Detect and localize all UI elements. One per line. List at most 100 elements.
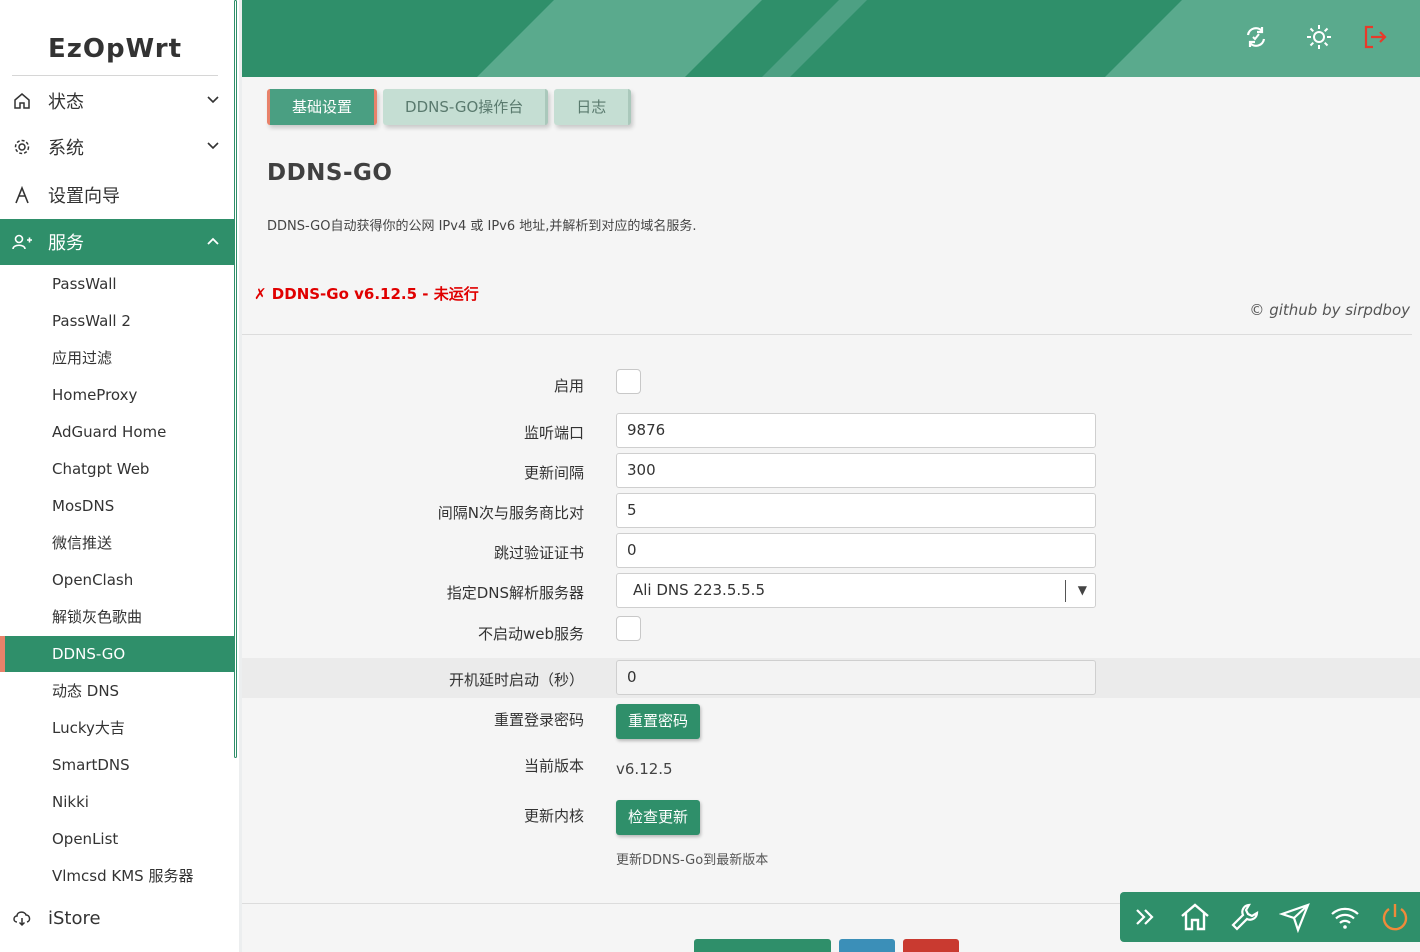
sidebar-subitem[interactable]: 动态 DNS <box>0 673 234 709</box>
wifi-icon <box>1331 907 1359 929</box>
sidebar-subitem[interactable]: SmartDNS <box>0 747 234 783</box>
reset-button[interactable] <box>903 939 959 952</box>
tools-shortcut-button[interactable] <box>1220 892 1270 942</box>
chevron-up-icon <box>207 237 219 245</box>
page-description: DDNS-GO自动获得你的公网 IPv4 或 IPv6 地址,并解析到对应的域名… <box>267 219 697 234</box>
send-icon <box>1279 903 1310 933</box>
sidebar-item-services[interactable]: 服务 <box>0 219 234 265</box>
wrench-icon <box>1231 903 1259 931</box>
power-button[interactable] <box>1370 892 1420 942</box>
sidebar-subitem[interactable]: HomeProxy <box>0 377 234 413</box>
sidebar-subitem-active[interactable]: DDNS-GO <box>0 636 234 672</box>
refresh-icon <box>1246 27 1266 47</box>
dns-select[interactable]: Ali DNS 223.5.5.5 ▼ <box>616 573 1096 608</box>
form-row-version: 当前版本 v6.12.5 <box>242 753 1420 783</box>
reset-password-label: 重置登录密码 <box>493 711 584 729</box>
compare-input[interactable]: 5 <box>616 493 1096 528</box>
sidebar-subitem[interactable]: OpenList <box>0 821 234 857</box>
page-title: DDNS-GO <box>267 160 393 186</box>
section-divider <box>242 334 1412 335</box>
update-label: 更新内核 <box>523 807 584 825</box>
sun-icon <box>1307 25 1331 49</box>
sidebar-item-wizard[interactable]: 设置向导 <box>0 172 234 218</box>
delay-input[interactable]: 0 <box>616 660 1096 695</box>
wizard-icon <box>12 185 32 205</box>
sidebar-item-label: iStore <box>48 907 101 929</box>
sidebar-subitem[interactable]: PassWall 2 <box>0 303 234 339</box>
form-row-enable: 启用 <box>242 367 1420 403</box>
skip-cert-label: 跳过验证证书 <box>493 544 584 562</box>
power-icon <box>1382 904 1408 931</box>
interval-label: 更新间隔 <box>523 464 584 482</box>
home-icon <box>12 91 32 111</box>
form-row-skip-cert: 跳过验证证书 0 <box>242 533 1420 569</box>
tab-log[interactable]: 日志 <box>554 89 632 125</box>
sidebar-subitem[interactable]: Chatgpt Web <box>0 451 234 487</box>
port-input[interactable]: 9876 <box>616 413 1096 448</box>
refresh-button[interactable] <box>1241 22 1271 52</box>
tab-ddns-console[interactable]: DDNS-GO操作台 <box>383 89 549 125</box>
chevron-down-icon <box>207 142 219 150</box>
main-content: 基础设置 DDNS-GO操作台 日志 DDNS-GO DDNS-GO自动获得你的… <box>242 77 1420 952</box>
wifi-shortcut-button[interactable] <box>1320 892 1370 942</box>
interval-input[interactable]: 300 <box>616 453 1096 488</box>
sidebar-subitem[interactable]: PassWall <box>0 266 234 302</box>
compare-label: 间隔N次与服务商比对 <box>437 504 584 522</box>
sidebar-item-label: 状态 <box>48 92 84 113</box>
no-web-label: 不启动web服务 <box>477 625 584 643</box>
sidebar-subitem[interactable]: AdGuard Home <box>0 414 234 450</box>
theme-toggle-button[interactable] <box>1304 22 1334 52</box>
sidebar-item-system[interactable]: 系统 <box>0 124 234 170</box>
sidebar-subitem[interactable]: MosDNS <box>0 488 234 524</box>
form-row-no-web: 不启动web服务 <box>242 615 1420 645</box>
no-web-checkbox[interactable] <box>616 616 641 641</box>
sidebar-item-label: 系统 <box>48 138 84 159</box>
logout-icon <box>1364 25 1387 49</box>
top-header <box>242 0 1420 77</box>
home-shortcut-button[interactable] <box>1170 892 1220 942</box>
logout-button[interactable] <box>1360 22 1390 52</box>
dns-select-value: Ali DNS 223.5.5.5 <box>633 581 765 599</box>
skip-cert-input[interactable]: 0 <box>616 533 1096 568</box>
tab-bar: 基础设置 DDNS-GO操作台 日志 <box>267 89 637 125</box>
save-apply-button[interactable] <box>694 939 831 952</box>
dns-label: 指定DNS解析服务器 <box>446 584 584 602</box>
user-plus-icon <box>12 232 32 252</box>
form-row-dns: 指定DNS解析服务器 Ali DNS 223.5.5.5 ▼ <box>242 573 1420 609</box>
sidebar-subitem[interactable]: 微信推送 <box>0 525 234 561</box>
form-row-delay: 开机延时启动（秒） 0 <box>242 658 1420 698</box>
version-label: 当前版本 <box>523 757 584 775</box>
cloud-download-icon <box>12 908 32 928</box>
sidebar: EzOpWrt 状态 系统 设置向导 服务 PassWall PassWall … <box>0 0 234 952</box>
sidebar-subitem[interactable]: Vlmcsd KMS 服务器 <box>0 858 234 894</box>
floating-toolbar <box>1120 892 1420 942</box>
sidebar-subitem[interactable]: Nikki <box>0 784 234 820</box>
dropdown-arrow-icon: ▼ <box>1077 583 1087 597</box>
form-row-interval: 更新间隔 300 <box>242 453 1420 489</box>
sidebar-subitem[interactable]: OpenClash <box>0 562 234 598</box>
save-button[interactable] <box>839 939 895 952</box>
sidebar-subitem[interactable]: Lucky大吉 <box>0 710 234 746</box>
enable-checkbox[interactable] <box>616 369 641 394</box>
version-value: v6.12.5 <box>616 760 673 778</box>
brand-logo[interactable]: EzOpWrt <box>12 30 218 76</box>
sidebar-subitem[interactable]: 解锁灰色歌曲 <box>0 599 234 635</box>
tab-basic-settings[interactable]: 基础设置 <box>267 89 378 125</box>
collapse-toolbar-button[interactable] <box>1120 892 1170 942</box>
sidebar-subitem[interactable]: 应用过滤 <box>0 340 234 376</box>
check-update-button[interactable]: 检查更新 <box>616 800 701 835</box>
sidebar-item-status[interactable]: 状态 <box>0 78 234 124</box>
sidebar-item-istore[interactable]: iStore <box>0 895 234 941</box>
status-badge: ✗ DDNS-Go v6.12.5 - 未运行 <box>254 285 479 303</box>
gear-icon <box>12 137 32 157</box>
form-row-reset-password: 重置登录密码 重置密码 <box>242 703 1420 741</box>
reset-password-button[interactable]: 重置密码 <box>616 704 701 739</box>
sidebar-item-label: 设置向导 <box>48 186 120 207</box>
form-row-compare: 间隔N次与服务商比对 5 <box>242 493 1420 529</box>
enable-label: 启用 <box>553 377 584 395</box>
chevron-down-icon <box>207 96 219 104</box>
port-label: 监听端口 <box>523 424 584 442</box>
send-shortcut-button[interactable] <box>1270 892 1320 942</box>
home-icon <box>1181 903 1209 931</box>
double-chevron-right-icon <box>1136 909 1154 925</box>
